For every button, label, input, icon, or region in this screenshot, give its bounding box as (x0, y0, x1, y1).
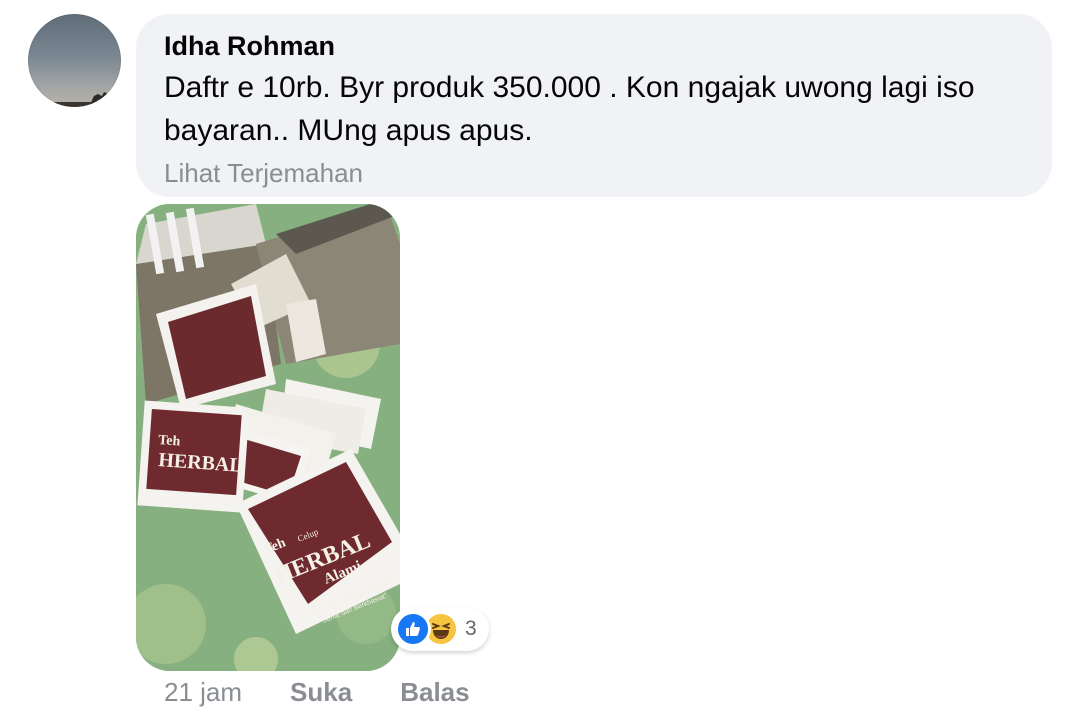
comment-photo[interactable]: Teh HERBAL Teh Celup HERBAL Alami Minuma… (136, 204, 400, 671)
reply-button[interactable]: Balas (400, 676, 469, 708)
like-button[interactable]: Suka (290, 676, 352, 708)
reactions-summary[interactable]: 3 (391, 607, 489, 651)
sachet-left-brand: Teh (158, 433, 181, 450)
see-translation-link[interactable]: Lihat Terjemahan (164, 158, 1024, 188)
photo-image: Teh HERBAL Teh Celup HERBAL Alami Minuma… (136, 204, 400, 671)
author-avatar[interactable] (28, 14, 121, 107)
reactions-count: 3 (465, 617, 477, 640)
comment-actions: 21 jam Suka Balas (164, 676, 518, 708)
comment-text: Daftr e 10rb. Byr produk 350.000 . Kon n… (164, 71, 975, 147)
avatar-silhouette (28, 92, 121, 107)
comment-timestamp[interactable]: 21 jam (164, 676, 242, 708)
comment-author[interactable]: Idha Rohman (164, 30, 1024, 62)
comment-bubble: Idha Rohman Daftr e 10rb. Byr produk 350… (136, 14, 1052, 197)
like-icon (395, 611, 431, 647)
